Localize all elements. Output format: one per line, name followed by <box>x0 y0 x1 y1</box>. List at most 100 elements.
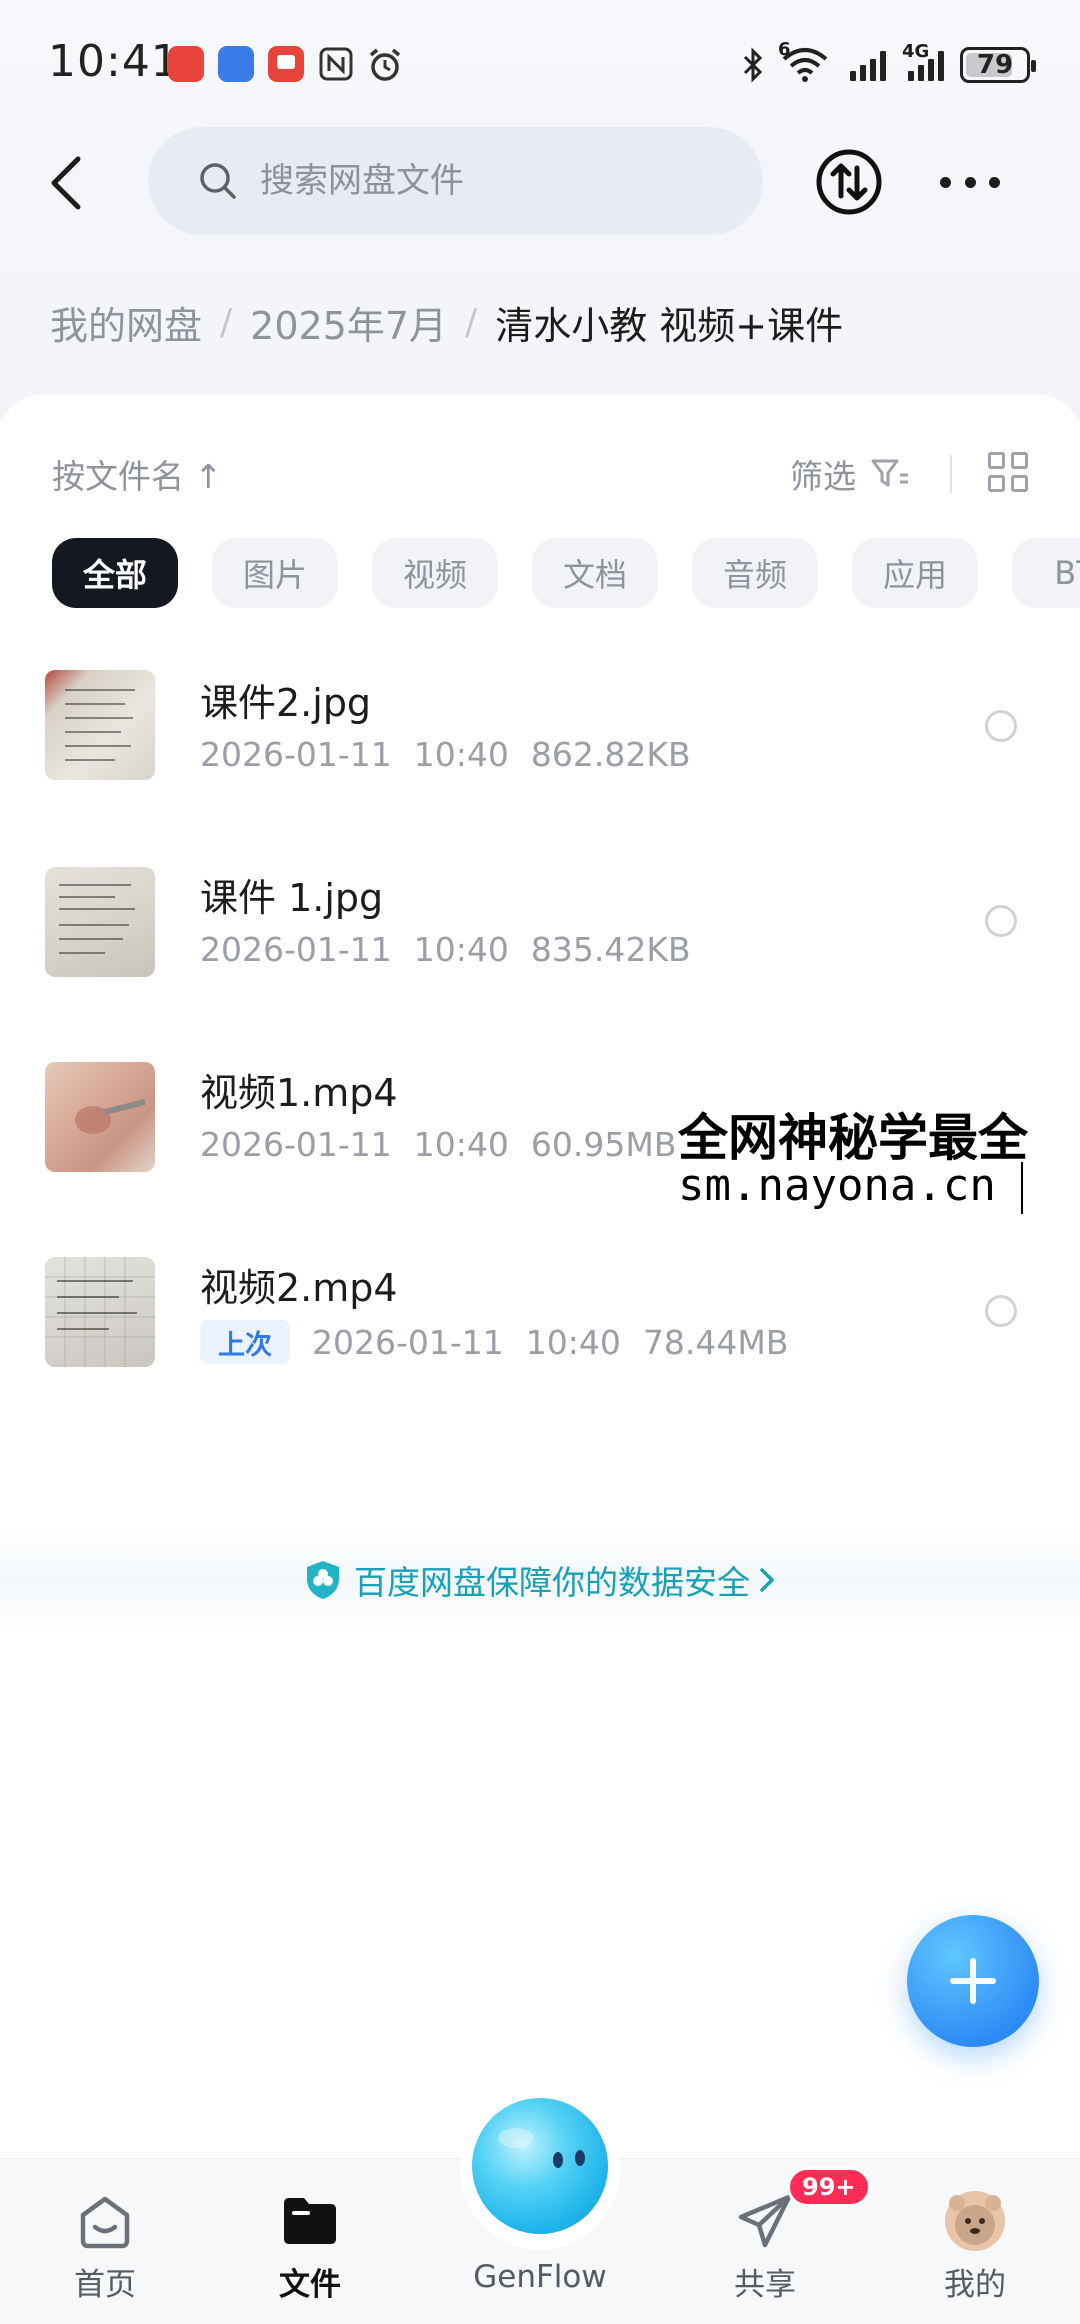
chevron-left-icon <box>51 156 81 210</box>
security-text: 百度网盘保障你的数据安全 <box>354 1563 750 1602</box>
chip-videos[interactable]: 视频 <box>372 538 498 608</box>
file-row[interactable]: 课件2.jpg 2026-01-11 10:40 862.82KB <box>0 650 1080 810</box>
shield-icon <box>307 1561 339 1599</box>
file-meta: 2026-01-11 10:40 862.82KB <box>200 735 691 774</box>
more-dot-icon <box>940 176 951 188</box>
file-size: 78.44MB <box>642 1322 789 1362</box>
network-label: 4G <box>902 41 930 62</box>
chip-bt[interactable]: BT <box>1012 538 1080 608</box>
file-time: 10:40 <box>413 930 509 969</box>
nav-share-label: 共享 <box>734 2267 796 2303</box>
signal-4g: 4G <box>902 41 944 81</box>
file-meta: 2026-01-11 10:40 835.42KB <box>200 930 691 969</box>
select-checkbox[interactable] <box>985 1295 1017 1327</box>
breadcrumb-separator: / <box>465 302 478 343</box>
file-date: 2026-01-11 <box>200 930 392 969</box>
more-dot-icon <box>989 176 1000 188</box>
folder-icon <box>284 2198 336 2244</box>
file-size: 862.82KB <box>530 735 691 774</box>
search-icon <box>200 163 236 199</box>
signal-bars-1 <box>850 49 886 81</box>
file-name: 视频2.mp4 <box>200 1266 398 1310</box>
nav-profile[interactable]: 我的 <box>895 2159 1055 2324</box>
breadcrumb: 我的网盘 / 2025年7月 / 清水小教 视频+课件 <box>50 295 843 350</box>
file-time: 10:40 <box>413 735 509 774</box>
file-meta: 上次 2026-01-11 10:40 78.44MB <box>200 1320 788 1364</box>
nfc-icon <box>318 46 354 82</box>
genflow-face-icon <box>498 2128 585 2168</box>
battery-indicator: 79 <box>960 47 1036 83</box>
video-thumbnail <box>45 1062 155 1172</box>
nav-files[interactable]: 文件 <box>230 2159 390 2324</box>
add-button[interactable] <box>907 1915 1039 2047</box>
file-time: 10:40 <box>413 1125 509 1164</box>
watermark-url: sm.nayona.cn <box>678 1160 996 1211</box>
grid-cell-icon <box>988 475 1005 492</box>
nav-home[interactable]: 首页 <box>25 2159 185 2324</box>
file-meta: 2026-01-11 10:40 60.95MB <box>200 1125 676 1164</box>
file-row[interactable]: 课件 1.jpg 2026-01-11 10:40 835.42KB <box>0 845 1080 1005</box>
plus-icon <box>950 1958 996 2004</box>
sort-by-name-button[interactable]: 按文件名 ↑ <box>52 450 222 498</box>
chip-apps[interactable]: 应用 <box>852 538 978 608</box>
file-name: 课件 1.jpg <box>200 876 384 920</box>
transfer-icon <box>816 149 882 215</box>
security-banner[interactable]: 百度网盘保障你的数据安全 <box>0 1525 1080 1635</box>
video-app-icon <box>268 46 304 82</box>
more-options-button[interactable] <box>940 160 1000 204</box>
nav-files-label: 文件 <box>279 2267 341 2303</box>
transfer-list-button[interactable] <box>815 148 883 216</box>
nav-genflow-label: GenFlow <box>473 2259 607 2295</box>
chevron-right-icon <box>760 1568 774 1592</box>
alarm-clock-icon <box>366 46 402 82</box>
video-thumbnail <box>45 1257 155 1367</box>
grid-cell-icon <box>988 452 1005 469</box>
file-time: 10:40 <box>525 1322 621 1362</box>
wifi-icon: 6 <box>778 39 834 85</box>
file-name: 视频1.mp4 <box>200 1071 398 1115</box>
breadcrumb-current-folder: 清水小教 视频+课件 <box>495 304 844 348</box>
file-date: 2026-01-11 <box>312 1322 504 1362</box>
select-checkbox[interactable] <box>985 710 1017 742</box>
status-time: 10:41 <box>48 36 180 87</box>
file-date: 2026-01-11 <box>200 1125 392 1164</box>
chip-audio[interactable]: 音频 <box>692 538 818 608</box>
avatar <box>945 2191 1005 2251</box>
image-thumbnail <box>45 867 155 977</box>
image-thumbnail <box>45 670 155 780</box>
paper-plane-icon <box>738 2194 792 2248</box>
breadcrumb-item-month[interactable]: 2025年7月 <box>250 295 447 350</box>
chip-images[interactable]: 图片 <box>212 538 338 608</box>
select-checkbox[interactable] <box>985 905 1017 937</box>
file-date: 2026-01-11 <box>200 735 392 774</box>
search-bar[interactable] <box>148 127 763 235</box>
share-notification-badge: 99+ <box>787 2167 871 2207</box>
breadcrumb-item-root[interactable]: 我的网盘 <box>50 295 202 350</box>
filter-button[interactable]: 筛选 <box>790 450 910 498</box>
back-button[interactable] <box>36 145 96 221</box>
filter-icon <box>871 459 908 487</box>
breadcrumb-separator: / <box>220 302 233 343</box>
huawei-mall-icon <box>168 46 204 82</box>
bluetooth-icon <box>743 47 763 83</box>
wifi-label: 6 <box>778 39 791 60</box>
alarm-app-icon <box>218 46 254 82</box>
search-input[interactable] <box>260 161 740 201</box>
more-dot-icon <box>964 176 976 188</box>
grid-cell-icon <box>1011 452 1028 469</box>
file-row[interactable]: 视频2.mp4 上次 2026-01-11 10:40 78.44MB <box>0 1235 1080 1395</box>
status-bar: 10:41 6 4G 79 <box>0 0 1080 130</box>
grid-view-button[interactable] <box>988 452 1028 492</box>
last-opened-tag: 上次 <box>200 1320 290 1364</box>
battery-level: 79 <box>976 50 1014 80</box>
status-right-group: 6 4G 79 <box>742 39 1036 90</box>
chip-all[interactable]: 全部 <box>52 538 178 608</box>
nav-profile-label: 我的 <box>944 2267 1006 2303</box>
category-chips: 全部 图片 视频 文档 音频 应用 BT <box>0 538 1080 610</box>
grid-cell-icon <box>1011 475 1028 492</box>
filter-label: 筛选 <box>790 457 856 496</box>
genflow-button[interactable] <box>472 2098 608 2234</box>
view-divider <box>950 455 952 493</box>
chip-documents[interactable]: 文档 <box>532 538 658 608</box>
file-size: 835.42KB <box>530 930 691 969</box>
